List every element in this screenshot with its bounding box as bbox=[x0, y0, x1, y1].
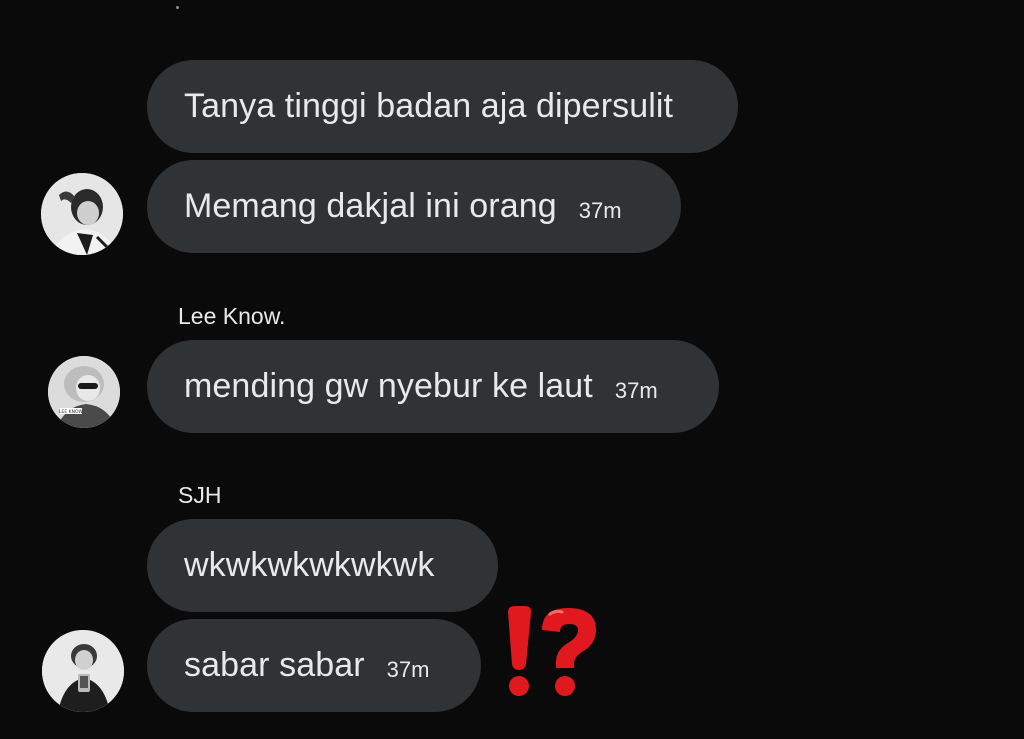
message-text: mending gw nyebur ke laut bbox=[184, 367, 593, 405]
interrobang-emoji-icon bbox=[508, 606, 596, 696]
avatar-user-lee-know[interactable]: LEE KNOW bbox=[48, 356, 120, 428]
message-timestamp: 37m bbox=[578, 197, 622, 223]
avatar-photo-icon: LEE KNOW bbox=[48, 356, 120, 428]
message-timestamp: 37m bbox=[614, 377, 658, 403]
avatar-user-1[interactable] bbox=[41, 173, 123, 255]
message-text: sabar sabar bbox=[184, 646, 365, 684]
message-bubble-2[interactable]: Memang dakjal ini orang 37m bbox=[147, 160, 681, 253]
message-text: Tanya tinggi badan aja dipersulit bbox=[184, 87, 674, 125]
avatar-badge-text: LEE KNOW bbox=[59, 409, 83, 415]
message-text: Memang dakjal ini orang bbox=[184, 187, 557, 225]
message-timestamp: 37m bbox=[386, 656, 430, 682]
message-bubble-1[interactable]: Tanya tinggi badan aja dipersulit bbox=[147, 60, 738, 153]
message-bubble-5[interactable]: sabar sabar 37m bbox=[147, 619, 481, 712]
scroll-indicator-dot bbox=[176, 6, 179, 9]
sender-name-sjh: SJH bbox=[178, 482, 222, 508]
message-bubble-4[interactable]: wkwkwkwkwkwk bbox=[147, 519, 498, 612]
avatar-photo-icon bbox=[41, 173, 123, 255]
avatar-photo-icon bbox=[42, 630, 124, 712]
message-text: wkwkwkwkwkwk bbox=[184, 546, 435, 584]
message-bubble-3[interactable]: mending gw nyebur ke laut 37m bbox=[147, 340, 719, 433]
conversation-thread: Tanya tinggi badan aja dipersulit Memang… bbox=[0, 0, 1024, 739]
avatar-user-sjh[interactable] bbox=[42, 630, 124, 712]
sender-name-lee-know: Lee Know. bbox=[178, 303, 286, 329]
